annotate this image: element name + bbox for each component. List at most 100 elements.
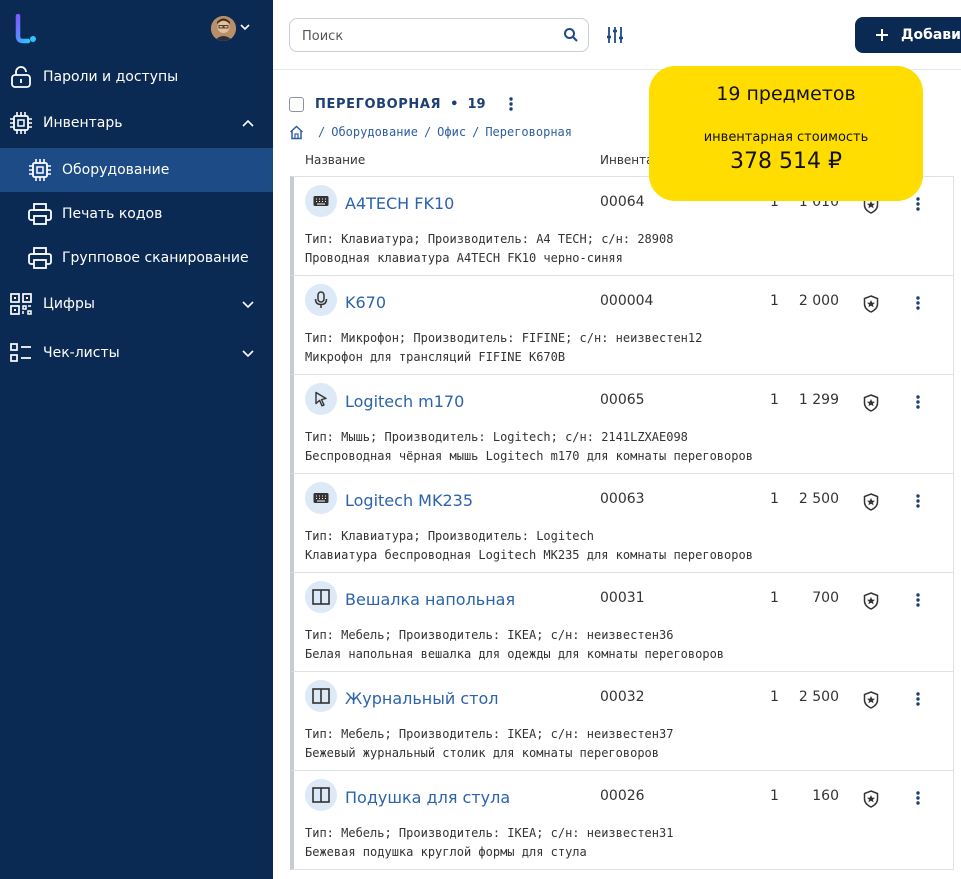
chevron-up-icon[interactable] — [241, 116, 255, 130]
list-item[interactable]: Подушка для стула 00026 1 160 Тип: Мебел… — [290, 770, 954, 870]
app-window: Пароли и доступы Инвентарь Оборудование … — [0, 0, 961, 879]
search-icon[interactable] — [563, 27, 579, 43]
sidebar-item-digits[interactable]: Цифры — [0, 282, 273, 326]
item-quantity: 1 — [770, 293, 779, 309]
filter-sliders-icon[interactable] — [605, 25, 625, 45]
item-inventory-number: 00031 — [600, 590, 645, 606]
shield-icon[interactable] — [863, 790, 879, 808]
item-quantity: 1 — [770, 392, 779, 408]
search-box[interactable] — [289, 18, 589, 52]
add-button-label: Добавить — [901, 27, 961, 43]
item-inventory-number: 00063 — [600, 491, 645, 507]
qr-icon — [8, 291, 34, 317]
item-inventory-number: 00064 — [600, 194, 645, 210]
printer-icon — [27, 245, 53, 271]
item-name-link[interactable]: Вешалка напольная — [345, 590, 515, 609]
breadcrumb-separator: / — [318, 125, 326, 139]
breadcrumb-item[interactable]: Офис — [437, 125, 466, 139]
more-vertical-icon[interactable] — [915, 295, 921, 311]
add-button[interactable]: Добавить — [855, 17, 961, 53]
item-quantity: 1 — [770, 788, 779, 804]
sidebar-item-print-codes[interactable]: Печать кодов — [0, 192, 273, 236]
item-name-link[interactable]: Logitech MK235 — [345, 491, 473, 510]
more-vertical-icon[interactable] — [915, 790, 921, 806]
breadcrumb-item[interactable]: Переговорная — [485, 125, 572, 139]
list-item[interactable]: Logitech m170 00065 1 1 299 Тип: Мышь; П… — [290, 374, 954, 474]
item-details: Тип: Мышь; Производитель: Logitech; с/н:… — [305, 430, 688, 444]
item-description: Бежевая подушка круглой формы для стула — [305, 845, 587, 859]
wardrobe-icon — [305, 581, 337, 613]
sidebar-item-group-scan[interactable]: Групповое сканирование — [0, 236, 273, 280]
column-header-name[interactable]: Название — [305, 153, 365, 167]
summary-value: 378 514 ₽ — [730, 149, 842, 174]
sidebar-item-inventory[interactable]: Инвентарь — [0, 101, 273, 145]
item-price: 700 — [812, 590, 839, 606]
item-details: Тип: Клавиатура; Производитель: A4 TECH;… — [305, 232, 674, 246]
printer-icon — [27, 201, 53, 227]
chevron-down-icon[interactable] — [240, 22, 250, 32]
item-name-link[interactable]: K670 — [345, 293, 386, 312]
item-description: Бежевый журнальный столик для комнаты пе… — [305, 746, 660, 760]
list-item[interactable]: Журнальный стол 00032 1 2 500 Тип: Мебел… — [290, 671, 954, 771]
item-details: Тип: Клавиатура; Производитель: Logitech — [305, 529, 594, 543]
inventory-summary-callout: 19 предметов инвентарная стоимость 378 5… — [649, 66, 923, 201]
select-all-checkbox[interactable] — [289, 96, 304, 112]
shield-icon[interactable] — [863, 394, 879, 412]
more-vertical-icon[interactable] — [508, 96, 514, 112]
wardrobe-icon — [305, 779, 337, 811]
group-count: 19 — [467, 96, 486, 112]
more-vertical-icon[interactable] — [915, 592, 921, 608]
search-input[interactable] — [302, 27, 542, 45]
keyboard-icon — [305, 185, 337, 217]
more-vertical-icon[interactable] — [915, 394, 921, 410]
item-price: 2 500 — [798, 491, 839, 507]
item-price: 2 500 — [798, 689, 839, 705]
sidebar-item-checklists[interactable]: Чек-листы — [0, 331, 273, 375]
group-header: ПЕРЕГОВОРНАЯ • 19 — [289, 93, 514, 115]
item-name-link[interactable]: Logitech m170 — [345, 392, 464, 411]
item-inventory-number: 000004 — [600, 293, 654, 309]
item-price: 2 000 — [798, 293, 839, 309]
sidebar: Пароли и доступы Инвентарь Оборудование … — [0, 0, 273, 879]
toolbar: Добавить — [273, 0, 961, 70]
item-name-link[interactable]: Журнальный стол — [345, 689, 499, 708]
app-logo-icon[interactable] — [12, 14, 38, 44]
more-vertical-icon[interactable] — [915, 493, 921, 509]
item-details: Тип: Мебель; Производитель: IKEA; с/н: н… — [305, 727, 674, 741]
item-name-link[interactable]: Подушка для стула — [345, 788, 510, 807]
item-description: Проводная клавиатура A4TECH FK10 черно-с… — [305, 251, 623, 265]
chevron-down-icon[interactable] — [241, 297, 255, 311]
item-details: Тип: Мебель; Производитель: IKEA; с/н: н… — [305, 628, 674, 642]
shield-icon[interactable] — [863, 295, 879, 313]
item-price: 1 299 — [798, 392, 839, 408]
item-inventory-number: 00032 — [600, 689, 645, 705]
sidebar-item-passwords[interactable]: Пароли и доступы — [0, 55, 273, 99]
more-vertical-icon[interactable] — [915, 196, 921, 212]
item-details: Тип: Мебель; Производитель: IKEA; с/н: н… — [305, 826, 674, 840]
shield-icon[interactable] — [863, 691, 879, 709]
sidebar-item-equipment[interactable]: Оборудование — [0, 148, 273, 192]
sidebar-item-label: Оборудование — [62, 162, 170, 178]
breadcrumb-separator: / — [423, 125, 432, 139]
chevron-down-icon[interactable] — [241, 346, 255, 360]
list-item[interactable]: Вешалка напольная 00031 1 700 Тип: Мебел… — [290, 572, 954, 672]
shield-icon[interactable] — [863, 592, 879, 610]
list-item[interactable]: K670 000004 1 2 000 Тип: Микрофон; Произ… — [290, 275, 954, 375]
breadcrumb-item[interactable]: Оборудование — [331, 125, 418, 139]
more-vertical-icon[interactable] — [915, 691, 921, 707]
item-quantity: 1 — [770, 491, 779, 507]
shield-icon[interactable] — [863, 493, 879, 511]
item-description: Беспроводная чёрная мышь Logitech m170 д… — [305, 449, 753, 463]
avatar[interactable] — [211, 16, 236, 41]
home-icon[interactable] — [289, 124, 304, 140]
breadcrumb-separator: / — [472, 125, 480, 139]
list-item[interactable]: Logitech MK235 00063 1 2 500 Тип: Клавиа… — [290, 473, 954, 573]
lock-icon — [8, 64, 34, 90]
wardrobe-icon — [305, 680, 337, 712]
item-quantity: 1 — [770, 590, 779, 606]
breadcrumb: / Оборудование / Офис / Переговорная — [289, 123, 572, 141]
item-name-link[interactable]: A4TECH FK10 — [345, 194, 454, 213]
item-inventory-number: 00065 — [600, 392, 645, 408]
sidebar-item-label: Печать кодов — [62, 206, 163, 222]
item-quantity: 1 — [770, 689, 779, 705]
